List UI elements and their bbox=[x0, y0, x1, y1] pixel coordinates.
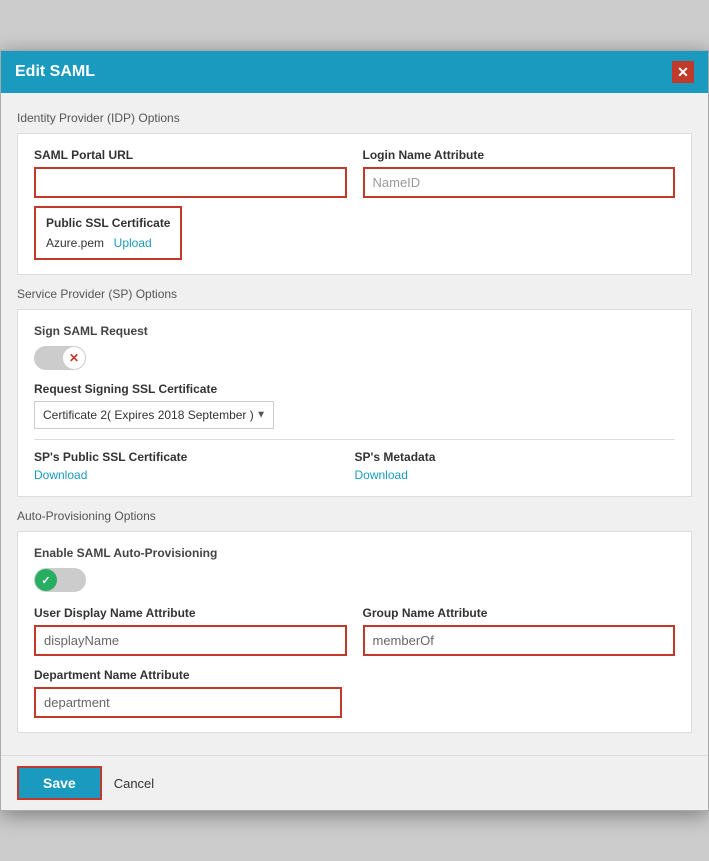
idp-section-box: SAML Portal URL Login Name Attribute Pub… bbox=[17, 133, 692, 275]
login-name-attr-label: Login Name Attribute bbox=[363, 148, 676, 162]
request-signing-ssl-group: Request Signing SSL Certificate Certific… bbox=[34, 382, 675, 429]
edit-saml-modal: Edit SAML ✕ Identity Provider (IDP) Opti… bbox=[0, 50, 709, 811]
request-signing-ssl-label: Request Signing SSL Certificate bbox=[34, 382, 675, 396]
saml-portal-url-label: SAML Portal URL bbox=[34, 148, 347, 162]
modal-title: Edit SAML bbox=[15, 63, 95, 81]
cert-filename: Azure.pem bbox=[46, 236, 104, 250]
auto-provision-toggle[interactable]: ✓ bbox=[34, 568, 86, 592]
ssl-cert-box: Public SSL Certificate Azure.pem Upload bbox=[34, 206, 182, 260]
sign-saml-label: Sign SAML Request bbox=[34, 324, 675, 338]
request-signing-ssl-select-container: Certificate 2( Expires 2018 September ) … bbox=[34, 401, 274, 429]
login-name-attr-col: Login Name Attribute bbox=[363, 148, 676, 198]
sp-section-title: Service Provider (SP) Options bbox=[17, 287, 692, 301]
sp-public-ssl-label: SP's Public SSL Certificate bbox=[34, 450, 355, 464]
save-button[interactable]: Save bbox=[17, 766, 102, 800]
group-name-input[interactable] bbox=[363, 625, 676, 656]
provision-attrs-row: User Display Name Attribute Group Name A… bbox=[34, 606, 675, 656]
toggle-on-icon: ✓ bbox=[41, 574, 50, 587]
toggle-on-knob: ✓ bbox=[35, 569, 57, 591]
user-display-name-col: User Display Name Attribute bbox=[34, 606, 347, 656]
group-name-label: Group Name Attribute bbox=[363, 606, 676, 620]
close-button[interactable]: ✕ bbox=[672, 61, 694, 83]
sp-links-row: SP's Public SSL Certificate Download SP'… bbox=[34, 450, 675, 482]
group-name-col: Group Name Attribute bbox=[363, 606, 676, 656]
toggle-off-icon: ✕ bbox=[69, 351, 79, 365]
sign-saml-toggle-container: ✕ bbox=[34, 346, 675, 370]
modal-footer: Save Cancel bbox=[1, 755, 708, 810]
modal-body: Identity Provider (IDP) Options SAML Por… bbox=[1, 93, 708, 755]
department-name-label: Department Name Attribute bbox=[34, 668, 342, 682]
sp-public-ssl-col: SP's Public SSL Certificate Download bbox=[34, 450, 355, 482]
auto-provision-section-box: Enable SAML Auto-Provisioning ✓ User Dis… bbox=[17, 531, 692, 733]
sp-section-box: Sign SAML Request ✕ Request Signing SSL … bbox=[17, 309, 692, 497]
sp-metadata-download[interactable]: Download bbox=[355, 468, 408, 482]
login-name-attr-input[interactable] bbox=[363, 167, 676, 198]
idp-fields-row: SAML Portal URL Login Name Attribute bbox=[34, 148, 675, 198]
sp-metadata-label: SP's Metadata bbox=[355, 450, 676, 464]
user-display-name-label: User Display Name Attribute bbox=[34, 606, 347, 620]
sp-metadata-col: SP's Metadata Download bbox=[355, 450, 676, 482]
enable-auto-provision-label: Enable SAML Auto-Provisioning bbox=[34, 546, 675, 560]
idp-section-title: Identity Provider (IDP) Options bbox=[17, 111, 692, 125]
auto-provision-section-title: Auto-Provisioning Options bbox=[17, 509, 692, 523]
request-signing-ssl-select[interactable]: Certificate 2( Expires 2018 September ) bbox=[34, 401, 274, 429]
ssl-cert-label: Public SSL Certificate bbox=[46, 216, 170, 230]
auto-provision-toggle-container: ✓ bbox=[34, 568, 675, 592]
user-display-name-input[interactable] bbox=[34, 625, 347, 656]
saml-portal-url-input[interactable] bbox=[34, 167, 347, 198]
saml-portal-url-col: SAML Portal URL bbox=[34, 148, 347, 198]
modal-header: Edit SAML ✕ bbox=[1, 51, 708, 93]
department-name-group: Department Name Attribute bbox=[34, 668, 342, 718]
department-name-input[interactable] bbox=[34, 687, 342, 718]
upload-link[interactable]: Upload bbox=[114, 236, 152, 250]
cancel-button[interactable]: Cancel bbox=[114, 776, 154, 791]
sign-saml-toggle[interactable]: ✕ bbox=[34, 346, 86, 370]
sp-public-ssl-download[interactable]: Download bbox=[34, 468, 87, 482]
sp-divider bbox=[34, 439, 675, 440]
toggle-knob: ✕ bbox=[63, 347, 85, 369]
